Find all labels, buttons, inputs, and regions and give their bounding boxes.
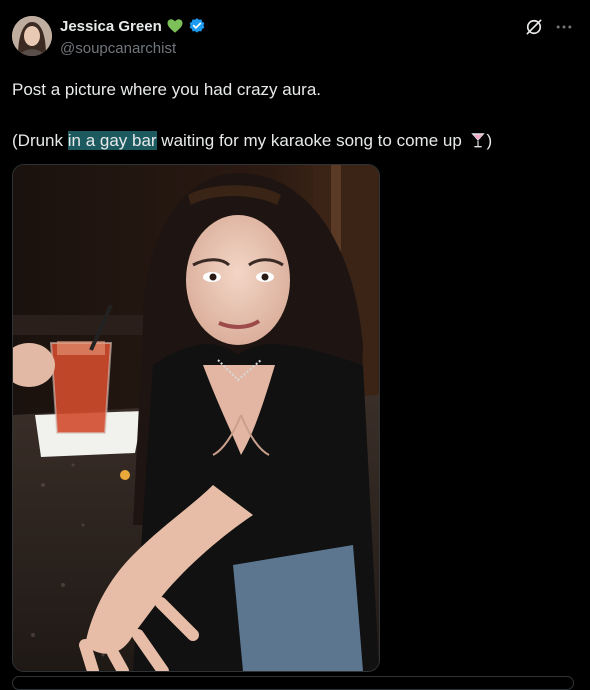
tweet-text-line-2: (Drunk in a gay bar waiting for my karao… <box>12 130 492 152</box>
author-handle[interactable]: @soupcanarchist <box>60 40 176 57</box>
quoted-card-edge <box>12 676 574 690</box>
tweet-text-suffix: waiting for my karaoke song to come up <box>156 131 467 150</box>
author-name-row: Jessica Green <box>60 17 206 35</box>
tweet-post: Jessica Green @soupcanarchist Post a pic… <box>0 0 590 690</box>
tweet-photo[interactable] <box>12 164 380 672</box>
avatar[interactable] <box>12 16 52 56</box>
photo-image <box>13 165 379 671</box>
grok-icon[interactable] <box>524 17 544 37</box>
tweet-text-line-1: Post a picture where you had crazy aura. <box>12 80 321 99</box>
highlighted-text: in a gay bar <box>67 131 157 150</box>
more-icon[interactable] <box>554 17 574 37</box>
green-heart-icon <box>166 17 184 35</box>
author-display-name[interactable]: Jessica Green <box>60 18 162 35</box>
verified-badge-icon <box>188 17 206 35</box>
tweet-text-end: ) <box>486 131 493 150</box>
cocktail-glass-icon <box>469 131 487 149</box>
tweet-text-prefix: (Drunk <box>12 131 68 150</box>
